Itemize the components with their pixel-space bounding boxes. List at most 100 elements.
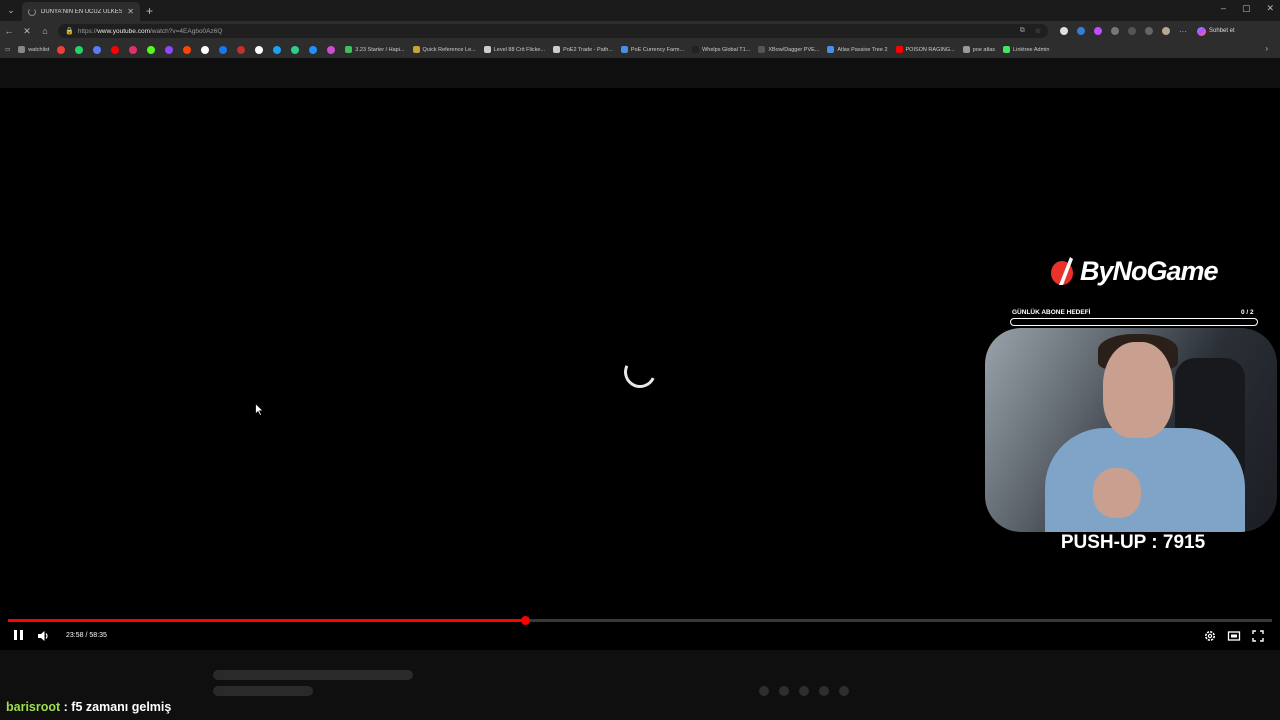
- bookmark-favicon-icon: [18, 46, 26, 53]
- tab-list-button[interactable]: ⌄: [0, 0, 22, 21]
- pause-button[interactable]: [12, 630, 24, 642]
- bookmark-item[interactable]: poe atlas: [962, 46, 995, 53]
- apps-icon[interactable]: ▭: [5, 47, 10, 53]
- new-tab-button[interactable]: +: [146, 4, 153, 18]
- brand-name: ByNoGame: [1080, 255, 1219, 286]
- pause-icon: [13, 630, 17, 640]
- goal-count: 0 / 2: [1241, 309, 1254, 316]
- extension-icons: ···: [1060, 27, 1187, 36]
- bookmark-item[interactable]: 3.23 Starter / Hapi...: [345, 46, 405, 53]
- bookmark-item[interactable]: watchlist: [18, 46, 49, 53]
- stop-loading-button[interactable]: ✕: [18, 26, 36, 37]
- profile-avatar[interactable]: [1162, 27, 1170, 35]
- address-bar-row: ← ✕ ⌂ 🔒 https://www.youtube.com/watch?v=…: [0, 21, 1280, 41]
- stream-chat-message: barisroot : f5 zamanı gelmiş: [6, 700, 171, 714]
- browser-window: ⌄ DÜNYA'NIN EN UCUZ ÜLKESİ VİE ✕ + – ▢ ✕…: [0, 0, 1280, 720]
- channel-skeleton: [213, 686, 313, 696]
- maximize-button[interactable]: ▢: [1242, 3, 1251, 14]
- bookmark-item[interactable]: XBow/Dagger PVE...: [758, 46, 819, 53]
- time-display: 23:58 / 58:35: [66, 632, 107, 639]
- bookmark-favicon-icon[interactable]: [147, 45, 156, 54]
- bookmark-favicon-icon[interactable]: [57, 45, 66, 54]
- window-controls: – ▢ ✕: [1221, 3, 1274, 14]
- pushup-counter: PUSH-UP : 7915: [1060, 532, 1206, 553]
- bookmark-favicon-icon[interactable]: [309, 45, 318, 54]
- extension-icon[interactable]: [1060, 27, 1068, 35]
- webcam-feed: [985, 328, 1277, 532]
- bookmark-item[interactable]: Atlas Passive Tree 2: [827, 46, 888, 53]
- tab-close-icon[interactable]: ✕: [127, 7, 134, 16]
- bookmarks-overflow-icon[interactable]: ›: [1265, 44, 1268, 53]
- loading-icon: [28, 7, 36, 16]
- minimize-button[interactable]: –: [1221, 3, 1226, 14]
- tab-strip: ⌄ DÜNYA'NIN EN UCUZ ÜLKESİ VİE ✕ + – ▢ ✕: [0, 0, 1280, 21]
- progress-bar-fill: [8, 619, 526, 622]
- fullscreen-icon[interactable]: [1251, 629, 1265, 643]
- chat-username: barisroot: [6, 700, 61, 714]
- split-screen-icon[interactable]: [1128, 27, 1136, 35]
- bookmark-favicon-icon[interactable]: [75, 45, 84, 54]
- lock-icon[interactable]: 🔒: [65, 27, 74, 35]
- progress-bar[interactable]: [8, 616, 1272, 625]
- extension-icon[interactable]: [1077, 27, 1085, 35]
- bookmark-item[interactable]: Whelps Global T1...: [692, 46, 750, 53]
- bookmark-favicon-icon[interactable]: [111, 45, 120, 54]
- app-install-icon[interactable]: ⧉: [1020, 27, 1025, 35]
- bookmark-item[interactable]: POISON RAGING...: [895, 46, 955, 53]
- bookmark-favicon-icon: [412, 46, 420, 53]
- bookmark-item[interactable]: PoE Currency Farm...: [620, 46, 684, 53]
- tab-active[interactable]: DÜNYA'NIN EN UCUZ ÜLKESİ VİE ✕: [22, 2, 140, 21]
- bookmark-favicon-icon: [692, 46, 700, 53]
- chat-text: : f5 zamanı gelmiş: [60, 700, 172, 714]
- volume-icon[interactable]: [36, 629, 50, 643]
- streamer-hand: [1093, 468, 1141, 518]
- below-video-area: [0, 650, 1280, 720]
- youtube-header: [0, 58, 1280, 88]
- extensions-icon[interactable]: [1111, 27, 1119, 35]
- goal-label: GÜNLÜK ABONE HEDEFİ: [1012, 309, 1091, 316]
- action-skeleton-dots: [759, 686, 849, 696]
- extension-icon[interactable]: [1094, 27, 1102, 35]
- bookmark-favicon-icon[interactable]: [219, 45, 228, 54]
- bookmark-favicon-icon[interactable]: [183, 45, 192, 54]
- streamer-body: [1045, 428, 1245, 532]
- bookmark-favicon-icon[interactable]: [129, 45, 138, 54]
- bookmark-favicon-icon: [827, 46, 835, 53]
- bookmark-item[interactable]: PoE2 Trade - Path...: [553, 46, 613, 53]
- bookmark-item[interactable]: Linktree Admin: [1003, 46, 1049, 53]
- bookmark-star-icon[interactable]: ☆: [1035, 27, 1041, 35]
- home-button[interactable]: ⌂: [36, 26, 54, 36]
- theater-mode-icon[interactable]: [1227, 629, 1241, 643]
- more-menu-icon[interactable]: ···: [1179, 27, 1187, 36]
- bookmark-favicon-icon[interactable]: [201, 45, 210, 54]
- tab-title: DÜNYA'NIN EN UCUZ ÜLKESİ VİE: [41, 8, 123, 15]
- bookmark-favicon-icon[interactable]: [291, 45, 300, 54]
- bookmark-favicon-icon: [345, 46, 353, 53]
- address-bar[interactable]: 🔒 https://www.youtube.com/watch?v=4EAgbo…: [58, 24, 1048, 38]
- bookmarks-bar: ▭ watchlist 3.23 Starter / Hapi... Quick Re…: [0, 41, 1280, 58]
- close-window-button[interactable]: ✕: [1266, 3, 1274, 14]
- bookmark-favicon-icon[interactable]: [327, 45, 336, 54]
- copilot-icon: [1197, 26, 1206, 36]
- bookmark-favicon-icon: [895, 46, 903, 53]
- bookmark-favicon-icon: [553, 46, 561, 53]
- goal-progress-bar: [1010, 318, 1258, 326]
- brand-logo-icon: [1051, 257, 1073, 285]
- url-text[interactable]: https://www.youtube.com/watch?v=4EAgbo0A…: [78, 28, 1016, 35]
- bookmark-favicon-icon[interactable]: [273, 45, 282, 54]
- bookmark-favicon-icon[interactable]: [255, 45, 264, 54]
- bookmark-item[interactable]: Level 88 Crit Flicke...: [483, 46, 545, 53]
- bookmark-favicon-icon[interactable]: [93, 45, 102, 54]
- settings-gear-icon[interactable]: [1203, 629, 1217, 643]
- streamer-face: [1103, 342, 1173, 438]
- title-skeleton: [213, 670, 413, 680]
- bookmark-item[interactable]: Quick Reference Le...: [412, 46, 476, 53]
- chat-button[interactable]: Sohbet et: [1197, 26, 1235, 36]
- bookmark-favicon-icon[interactable]: [237, 45, 246, 54]
- bookmark-favicon-icon: [758, 46, 766, 53]
- favorites-icon[interactable]: [1145, 27, 1153, 35]
- mouse-cursor-icon: [255, 403, 264, 416]
- bookmark-favicon-icon: [1003, 46, 1011, 53]
- back-button[interactable]: ←: [0, 26, 18, 36]
- bookmark-favicon-icon[interactable]: [165, 45, 174, 54]
